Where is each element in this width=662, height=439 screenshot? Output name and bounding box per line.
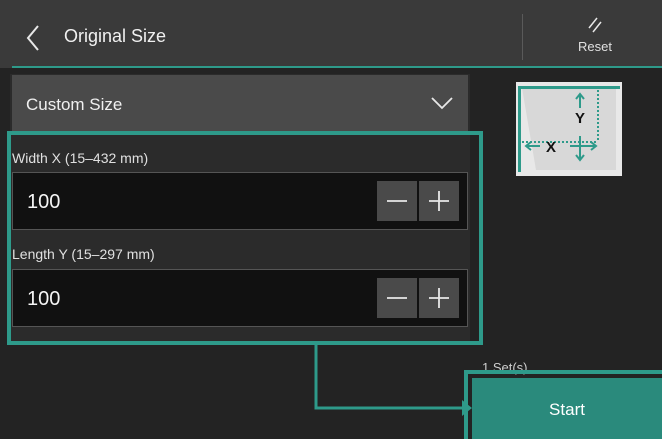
- length-increment-button[interactable]: [419, 278, 459, 318]
- start-button[interactable]: Start: [472, 378, 662, 439]
- width-increment-button[interactable]: [419, 181, 459, 221]
- width-decrement-button[interactable]: [377, 181, 417, 221]
- minus-icon: [387, 297, 407, 299]
- reset-button[interactable]: Reset: [560, 14, 630, 64]
- header-divider: [522, 14, 523, 60]
- plus-icon: [429, 191, 449, 211]
- reset-label: Reset: [578, 39, 612, 54]
- length-field-label: Length Y (15–297 mm): [12, 246, 155, 262]
- chevron-left-icon: [26, 25, 39, 51]
- length-field[interactable]: 100: [12, 269, 468, 327]
- width-value: 100: [27, 191, 61, 213]
- chevron-down-icon: [431, 97, 453, 110]
- size-dropdown[interactable]: Custom Size: [12, 75, 468, 131]
- x-axis-label: X: [546, 139, 556, 156]
- header-underline: [12, 66, 662, 68]
- size-dropdown-value: Custom Size: [26, 95, 123, 114]
- page-title: Original Size: [64, 26, 167, 46]
- y-axis-label: Y: [575, 110, 585, 127]
- start-label: Start: [549, 400, 585, 419]
- length-value: 100: [27, 288, 61, 310]
- width-field-label: Width X (15–432 mm): [12, 150, 149, 166]
- length-decrement-button[interactable]: [377, 278, 417, 318]
- width-field[interactable]: 100: [12, 172, 468, 230]
- reset-slashes-icon: [588, 17, 602, 33]
- size-preview-thumbnail: Y X: [516, 82, 622, 176]
- back-button[interactable]: [18, 20, 48, 56]
- header-bar: Original Size Reset: [0, 0, 662, 68]
- plus-icon: [429, 288, 449, 308]
- minus-icon: [387, 200, 407, 202]
